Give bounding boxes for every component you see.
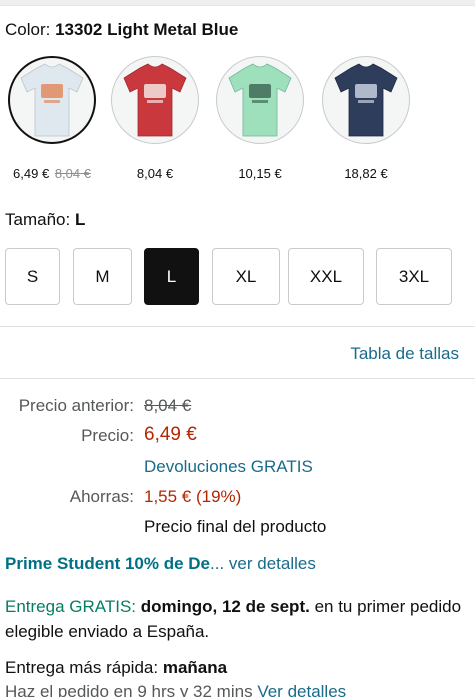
order-details-link[interactable]: Ver detalles <box>257 682 346 697</box>
final-price-note: Precio final del producto <box>144 517 327 536</box>
size-chart-link[interactable]: Tabla de tallas <box>350 344 459 364</box>
swatch-price-current: 10,15 € <box>238 166 282 181</box>
swatch-price: 18,82 € <box>314 166 418 181</box>
swatch-price-current: 18,82 € <box>344 166 388 181</box>
size-options: S M L XL XXL 3XL <box>5 248 473 306</box>
prime-details-link[interactable]: ... ver detalles <box>210 554 316 573</box>
color-swatches: 6,49 € 8,04 € 8,04 € 10,15 € 18,82 € <box>0 56 475 186</box>
size-button-3xl[interactable]: 3XL <box>376 248 452 305</box>
swatch-price: 8,04 € <box>103 166 207 181</box>
fast-delivery-value: mañana <box>162 658 228 677</box>
size-label: Tamaño: <box>5 210 71 229</box>
color-label: Color: <box>5 20 51 39</box>
divider <box>0 378 475 379</box>
swatch-navy[interactable]: 18,82 € <box>314 56 418 181</box>
old-price-label: Precio anterior: <box>18 396 134 415</box>
prime-student-heading: Prime Student 10% de De <box>5 554 211 573</box>
old-price-value: 8,04 € <box>144 396 192 415</box>
free-returns-link[interactable]: Devoluciones GRATIS <box>144 457 313 477</box>
top-divider <box>0 0 475 6</box>
swatch-price: 10,15 € <box>208 166 312 181</box>
swatch-mint[interactable]: 10,15 € <box>208 56 312 181</box>
free-delivery-label: Entrega GRATIS: <box>5 597 137 616</box>
color-value: 13302 Light Metal Blue <box>55 20 239 39</box>
swatch-price-current: 8,04 € <box>136 166 174 181</box>
size-selection-label: Tamaño: L <box>5 210 85 230</box>
tshirt-image-mint <box>216 56 304 144</box>
size-button-xxl[interactable]: XXL <box>288 248 364 305</box>
size-button-xl[interactable]: XL <box>212 248 280 305</box>
order-cutoff: Haz el pedido en 9 hrs y 32 mins Ver det… <box>5 682 346 697</box>
savings-label: Ahorras: <box>69 487 134 506</box>
size-button-m[interactable]: M <box>73 248 132 305</box>
price-value: 6,49 € <box>144 424 197 445</box>
price-row-savings: Ahorras: 1,55 € (19%) <box>0 487 475 513</box>
swatch-price: 6,49 € 8,04 € <box>0 166 104 181</box>
tshirt-image-red <box>111 56 199 144</box>
fast-delivery-info: Entrega más rápida: mañana <box>5 658 227 678</box>
tshirt-image-navy <box>322 56 410 144</box>
swatch-red[interactable]: 8,04 € <box>103 56 207 181</box>
savings-value: 1,55 € (19%) <box>144 487 242 506</box>
price-row-returns: Devoluciones GRATIS <box>0 457 475 483</box>
swatch-light-blue[interactable]: 6,49 € 8,04 € <box>0 56 104 181</box>
divider <box>0 326 475 327</box>
order-cutoff-text: Haz el pedido en 9 hrs y 32 mins <box>5 682 253 697</box>
price-row-current: Precio: 6,49 € <box>0 424 475 452</box>
delivery-info: Entrega GRATIS: domingo, 12 de sept. en … <box>5 594 470 644</box>
swatch-price-current: 6,49 € <box>13 166 50 181</box>
size-button-l[interactable]: L <box>144 248 199 305</box>
swatch-price-old: 8,04 € <box>54 166 91 181</box>
delivery-date: domingo, 12 de sept. <box>140 597 310 616</box>
price-row-old: Precio anterior: 8,04 € <box>0 396 475 422</box>
fast-delivery-label: Entrega más rápida: <box>5 658 159 677</box>
price-row-final: Precio final del producto <box>0 517 475 543</box>
price-label: Precio: <box>81 426 134 445</box>
size-value: L <box>74 210 86 229</box>
size-button-s[interactable]: S <box>5 248 60 305</box>
color-selection-label: Color: 13302 Light Metal Blue <box>5 20 238 40</box>
prime-student-offer: Prime Student 10% de De... ver detalles <box>5 554 316 574</box>
tshirt-image-light-blue <box>8 56 96 144</box>
